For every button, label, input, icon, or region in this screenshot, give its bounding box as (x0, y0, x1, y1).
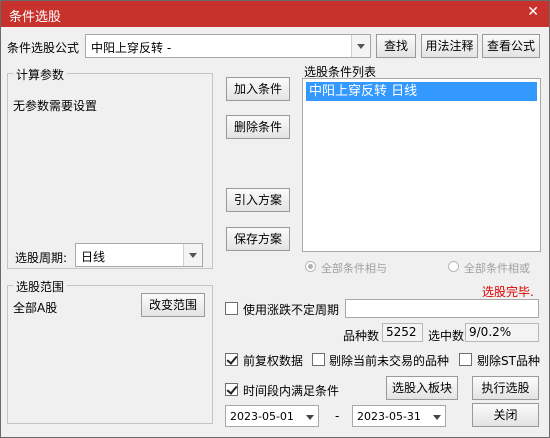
find-button[interactable]: 查找 (376, 34, 416, 58)
window-title: 条件选股 (9, 10, 62, 25)
exclude-st-checkbox[interactable] (459, 353, 472, 366)
exclude-st-label: 剔除ST品种 (477, 354, 540, 368)
title-bar[interactable]: 条件选股 ✕ (1, 1, 549, 27)
view-formula-button[interactable]: 查看公式 (482, 34, 540, 58)
irregular-period-label: 使用涨跌不定周期 (243, 303, 340, 317)
exclude-untraded-checkbox[interactable] (312, 353, 325, 366)
period-select[interactable]: 日线 (75, 243, 203, 267)
radio-and[interactable] (305, 261, 316, 272)
import-scheme-button[interactable]: 引入方案 (226, 188, 290, 212)
count-label: 品种数 (343, 329, 380, 343)
add-condition-button[interactable]: 加入条件 (226, 77, 290, 101)
prior-adjust-checkbox[interactable] (225, 353, 238, 366)
formula-label: 条件选股公式 (7, 41, 80, 55)
irregular-period-checkbox[interactable] (225, 302, 238, 315)
exclude-untraded-label: 剔除当前未交易的品种 (329, 354, 450, 368)
chevron-down-icon[interactable] (302, 406, 318, 426)
conditions-list[interactable]: 中阳上穿反转 日线 (302, 78, 541, 252)
end-date-value: 2023-05-31 (357, 410, 421, 423)
period-satisfy-label: 时间段内满足条件 (243, 384, 340, 398)
formula-value: 中阳上穿反转 - (91, 41, 172, 55)
change-range-button[interactable]: 改变范围 (141, 293, 205, 317)
selected-label: 选中数 (428, 329, 465, 343)
chevron-down-icon[interactable] (351, 35, 370, 57)
save-scheme-button[interactable]: 保存方案 (226, 227, 290, 251)
formula-select[interactable]: 中阳上穿反转 - (85, 34, 371, 58)
start-date-picker[interactable]: 2023-05-01 (225, 405, 319, 427)
radio-or-label: 全部条件相或 (464, 262, 530, 275)
chevron-down-icon[interactable] (429, 406, 445, 426)
radio-and-label: 全部条件相与 (321, 262, 387, 275)
prior-adjust-label: 前复权数据 (243, 354, 304, 368)
period-value: 日线 (81, 250, 106, 264)
selected-value: 9/0.2% (465, 323, 539, 342)
start-date-value: 2023-05-01 (230, 410, 294, 423)
delete-condition-button[interactable]: 删除条件 (226, 115, 290, 139)
stock-screener-dialog: 条件选股 ✕ 条件选股公式 中阳上穿反转 - 查找 用法注释 查看公式 计算参数… (0, 0, 550, 438)
no-params-text: 无参数需要设置 (13, 99, 98, 113)
list-item[interactable]: 中阳上穿反转 日线 (306, 82, 537, 101)
range-group-title: 选股范围 (13, 278, 68, 295)
usage-notes-button[interactable]: 用法注释 (421, 34, 478, 58)
count-value: 5252 (382, 323, 423, 342)
radio-or[interactable] (448, 261, 459, 272)
range-value: 全部A股 (13, 301, 58, 315)
chevron-down-icon[interactable] (183, 244, 202, 266)
close-button[interactable]: 关闭 (472, 403, 539, 427)
execute-screen-button[interactable]: 执行选股 (472, 376, 539, 400)
date-separator: - (335, 409, 340, 423)
period-satisfy-checkbox[interactable] (225, 383, 238, 396)
irregular-period-input[interactable] (345, 299, 539, 318)
add-to-block-button[interactable]: 选股入板块 (386, 376, 458, 400)
close-icon[interactable]: ✕ (527, 4, 539, 20)
end-date-picker[interactable]: 2023-05-31 (352, 405, 446, 427)
params-group-title: 计算参数 (13, 66, 68, 83)
status-text: 选股完毕. (482, 285, 534, 299)
period-label: 选股周期: (15, 251, 68, 265)
